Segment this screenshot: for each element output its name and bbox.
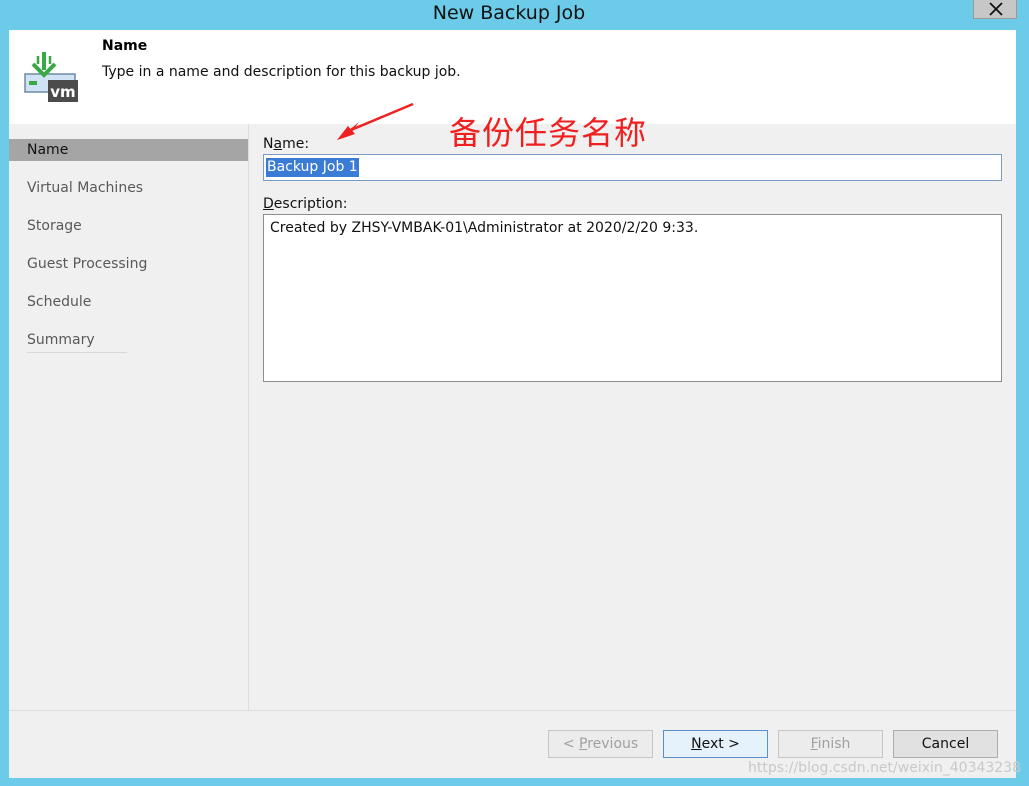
close-button[interactable]	[973, 0, 1017, 19]
annotation-label: 备份任务名称	[449, 114, 648, 152]
wizard-window: vm Name Type in a name and description f…	[9, 30, 1016, 778]
annotation-arrow-icon	[337, 102, 414, 140]
window-title: New Backup Job	[432, 2, 586, 24]
wizard-steps-sidebar: Name Virtual Machines Storage Guest Proc…	[9, 124, 249, 710]
sidebar-item-guest-processing[interactable]: Guest Processing	[9, 253, 248, 275]
sidebar-divider	[27, 352, 127, 353]
step-description: Type in a name and description for this …	[102, 64, 461, 80]
sidebar-item-schedule[interactable]: Schedule	[9, 291, 248, 313]
watermark-text: https://blog.csdn.net/weixin_40343238	[748, 760, 1022, 776]
sidebar-item-storage[interactable]: Storage	[9, 215, 248, 237]
footer-divider	[9, 710, 1016, 711]
job-description-textarea[interactable]: Created by ZHSY-VMBAK-01\Administrator a…	[263, 214, 1002, 382]
next-button[interactable]: Next >	[663, 730, 768, 758]
finish-button[interactable]: Finish	[778, 730, 883, 758]
vm-backup-icon: vm	[24, 52, 78, 102]
close-icon	[989, 2, 1003, 16]
step-title: Name	[102, 38, 148, 54]
cancel-button[interactable]: Cancel	[893, 730, 998, 758]
job-name-input[interactable]: Backup Job 1	[263, 154, 1002, 181]
sidebar-item-virtual-machines[interactable]: Virtual Machines	[9, 177, 248, 199]
job-name-value: Backup Job 1	[266, 158, 359, 177]
description-label: Description:	[263, 196, 348, 212]
name-label: Name:	[263, 136, 310, 152]
job-description-value: Created by ZHSY-VMBAK-01\Administrator a…	[270, 220, 699, 236]
sidebar-item-name[interactable]: Name	[9, 139, 248, 161]
sidebar-item-summary[interactable]: Summary	[9, 329, 248, 351]
previous-button[interactable]: < Previous	[548, 730, 653, 758]
svg-text:vm: vm	[50, 83, 75, 101]
title-bar[interactable]: New Backup Job	[0, 0, 1029, 30]
